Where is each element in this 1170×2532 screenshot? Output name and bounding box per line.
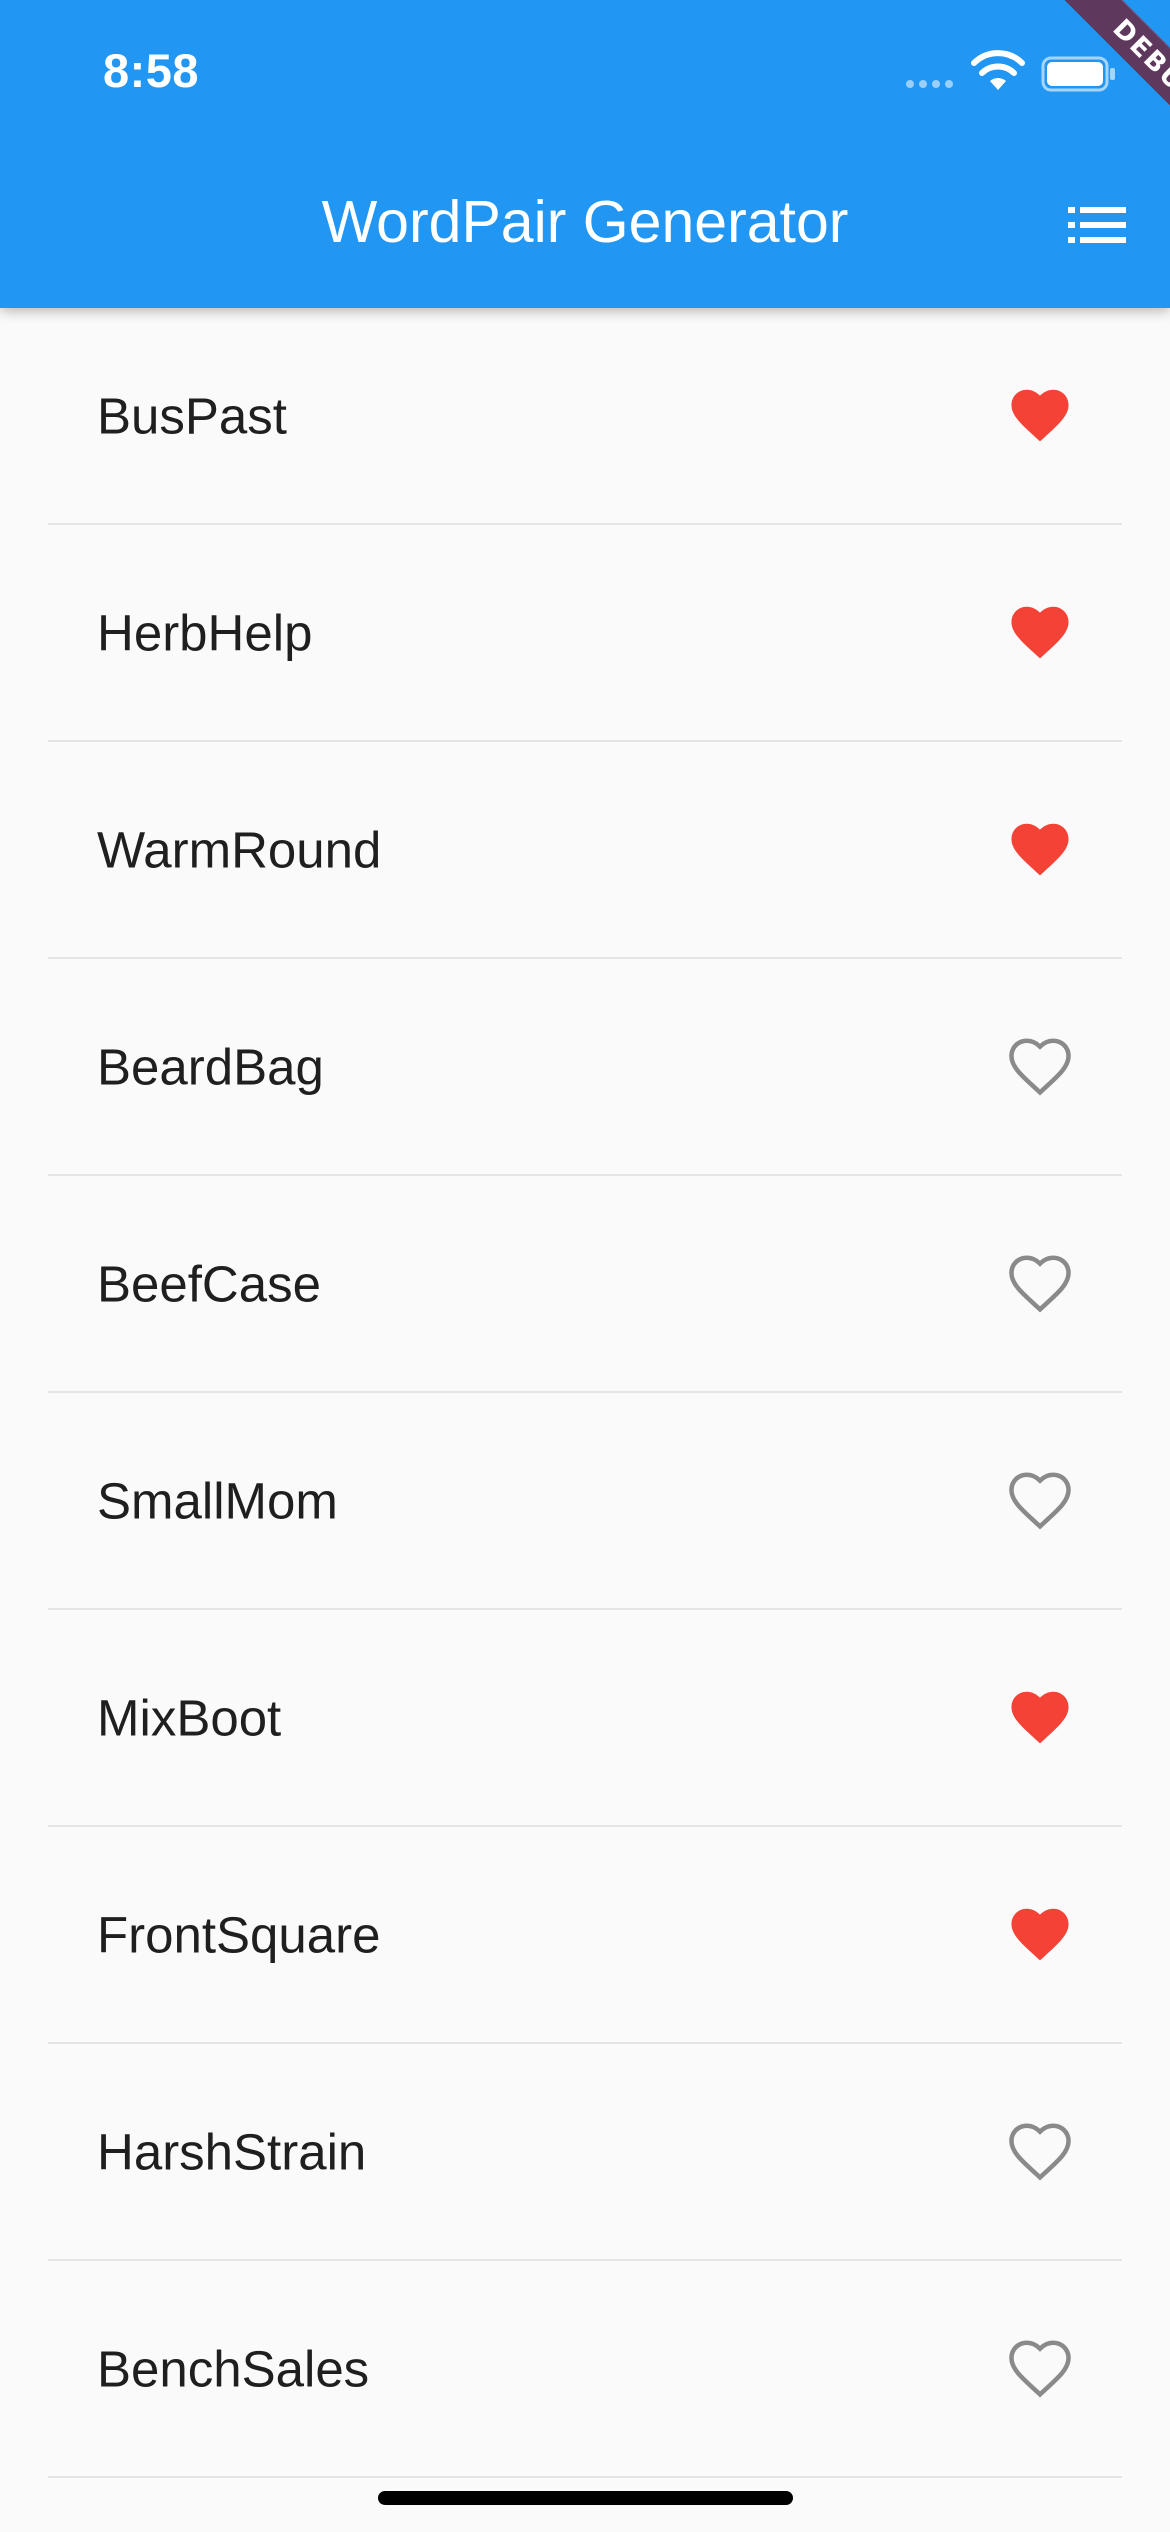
favorite-border-icon[interactable] bbox=[1008, 1254, 1072, 1313]
home-indicator bbox=[378, 2491, 793, 2505]
list-item[interactable]: HarshStrain bbox=[48, 2044, 1122, 2261]
debug-banner: DEBUG bbox=[970, 0, 1170, 200]
list-item[interactable]: FrontSquare bbox=[48, 1827, 1122, 2044]
word-pair-label: BusPast bbox=[97, 387, 287, 444]
word-pair-label: WarmRound bbox=[97, 821, 382, 878]
list-item[interactable]: BeefCase bbox=[48, 1176, 1122, 1393]
word-pair-label: HerbHelp bbox=[97, 604, 313, 661]
favorite-border-icon[interactable] bbox=[1008, 2122, 1072, 2181]
favorite-filled-icon[interactable] bbox=[1008, 604, 1072, 662]
list-item[interactable]: BeardBag bbox=[48, 959, 1122, 1176]
favorite-filled-icon[interactable] bbox=[1008, 1906, 1072, 1964]
favorite-border-icon[interactable] bbox=[1008, 1471, 1072, 1530]
list-item[interactable]: MixBoot bbox=[48, 1610, 1122, 1827]
favorite-border-icon[interactable] bbox=[1008, 1037, 1072, 1096]
list-item[interactable]: BusPast bbox=[48, 308, 1122, 525]
word-pair-label: BenchSales bbox=[97, 2340, 370, 2397]
word-pair-label: MixBoot bbox=[97, 1689, 282, 1746]
word-pair-label: BeefCase bbox=[97, 1255, 321, 1312]
favorite-filled-icon[interactable] bbox=[1008, 1689, 1072, 1747]
debug-banner-label: DEBUG bbox=[1036, 0, 1170, 185]
status-time: 8:58 bbox=[103, 44, 200, 97]
favorite-border-icon[interactable] bbox=[1008, 2339, 1072, 2398]
list-item[interactable]: WarmRound bbox=[48, 742, 1122, 959]
word-pair-list: BusPast HerbHelp WarmRound BeardBag BeefCase… bbox=[0, 308, 1170, 2478]
list-icon[interactable] bbox=[1068, 205, 1126, 245]
favorite-filled-icon[interactable] bbox=[1008, 821, 1072, 879]
list-item[interactable]: SmallMom bbox=[48, 1393, 1122, 1610]
list-item[interactable]: HerbHelp bbox=[48, 525, 1122, 742]
word-pair-label: FrontSquare bbox=[97, 1906, 381, 1963]
list-item[interactable]: BenchSales bbox=[48, 2261, 1122, 2478]
word-pair-label: BeardBag bbox=[97, 1038, 324, 1095]
word-pair-label: SmallMom bbox=[97, 1472, 338, 1529]
cellular-signal-icon bbox=[906, 80, 953, 88]
word-pair-label: HarshStrain bbox=[97, 2123, 367, 2180]
favorite-filled-icon[interactable] bbox=[1008, 387, 1072, 445]
